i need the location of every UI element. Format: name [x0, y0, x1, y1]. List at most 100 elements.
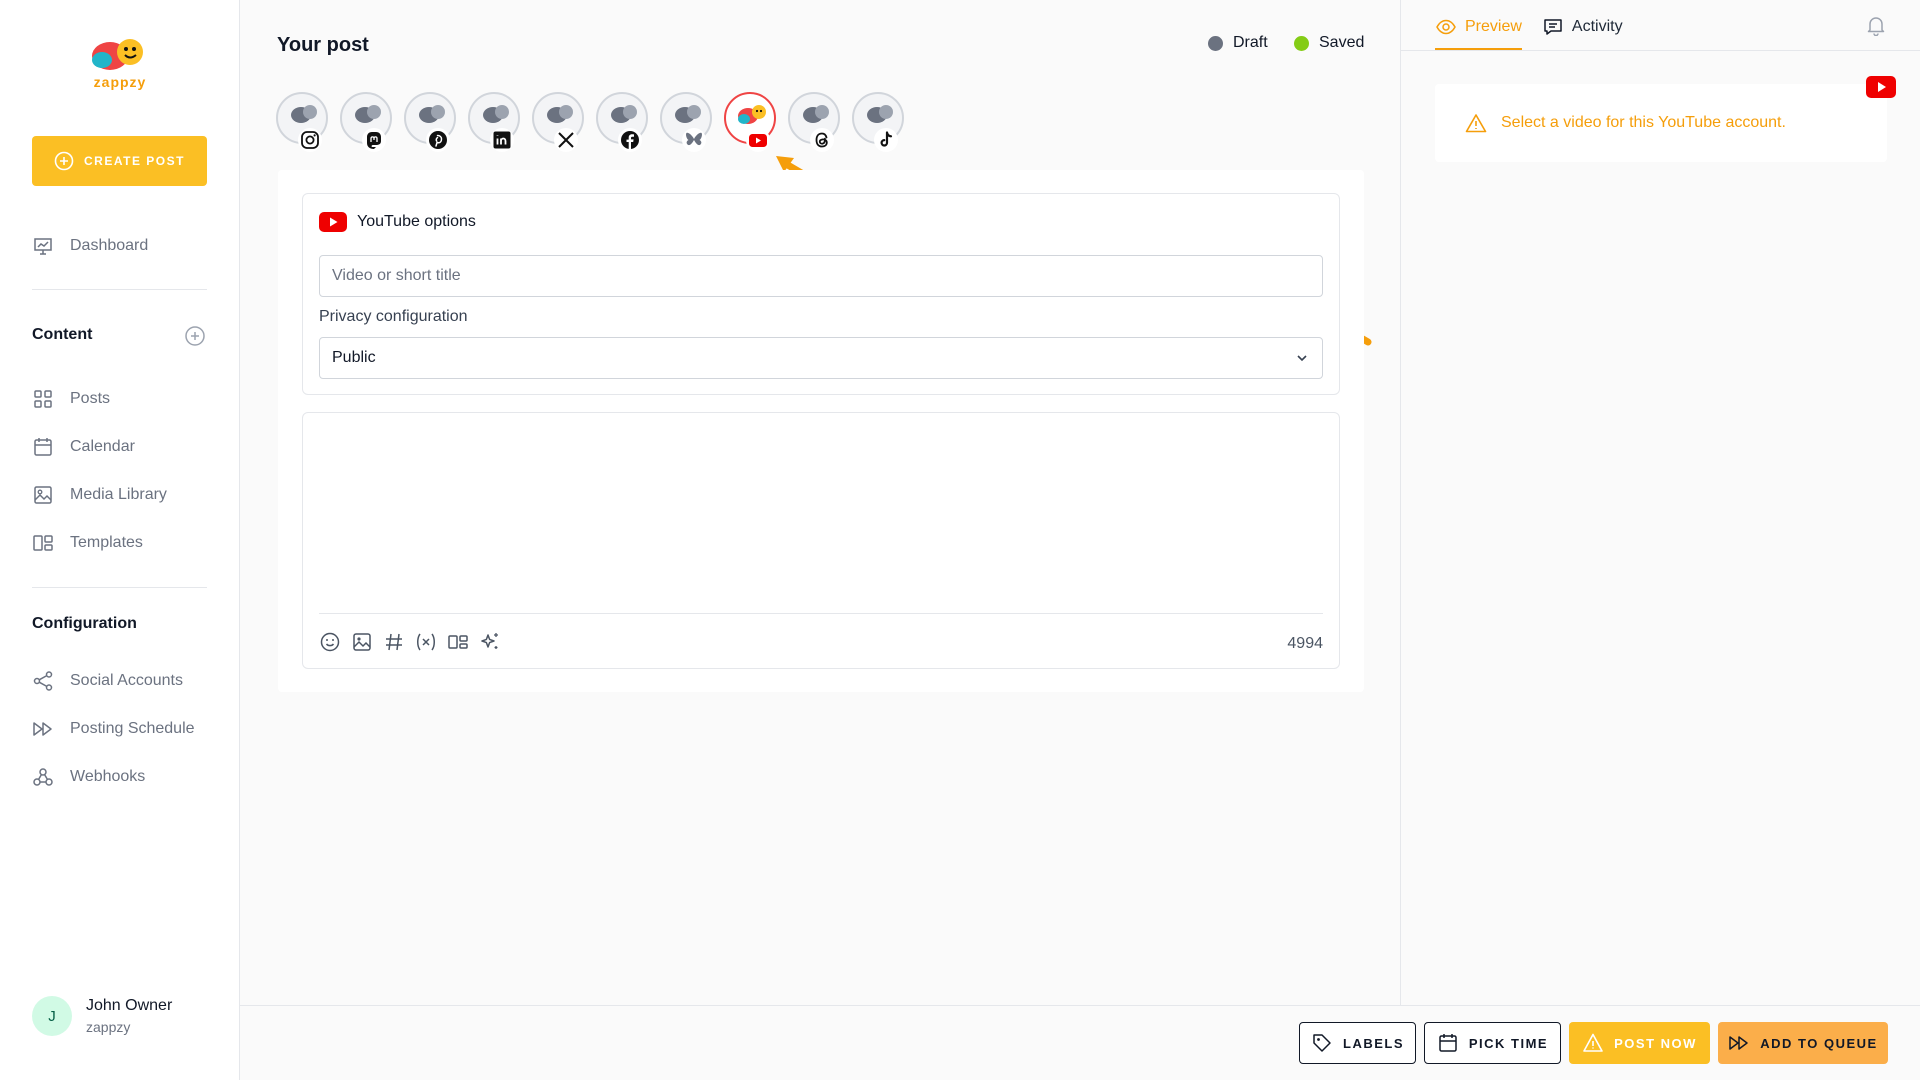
account-linkedin[interactable]: [468, 92, 520, 152]
insert-media-button[interactable]: [351, 631, 373, 653]
comment-icon: [1544, 19, 1562, 35]
bluesky-butterfly-icon: [686, 132, 702, 146]
right-panel: Preview Activity Select a video for this…: [1400, 0, 1920, 1005]
variable-button[interactable]: [415, 631, 437, 653]
labels-button[interactable]: LABELS: [1299, 1022, 1416, 1064]
emoji-button[interactable]: [319, 631, 341, 653]
fast-forward-icon: [1729, 1036, 1749, 1050]
sidebar-item-label: Webhooks: [70, 768, 146, 785]
account-mastodon[interactable]: [340, 92, 392, 152]
warning-triangle-icon: [1583, 1033, 1603, 1052]
account-mascot-icon: [738, 105, 766, 124]
account-mascot-icon: [355, 105, 381, 123]
x-badge: [554, 128, 578, 152]
sidebar-item-label: Social Accounts: [70, 672, 183, 689]
instagram-icon: [301, 131, 319, 149]
hashtag-icon: [386, 633, 402, 651]
sidebar-item-label: Dashboard: [70, 237, 149, 254]
threads-icon: [815, 132, 828, 148]
zappzy-logo[interactable]: zappzy: [80, 34, 160, 94]
account-selector: [276, 92, 904, 152]
tab-preview[interactable]: Preview: [1435, 16, 1522, 51]
instagram-badge: [298, 128, 322, 152]
sidebar-item-templates[interactable]: Templates: [32, 528, 143, 558]
youtube-icon: [1866, 76, 1896, 98]
add-to-queue-button-label: ADD TO QUEUE: [1760, 1035, 1878, 1051]
account-mascot-icon: [483, 105, 509, 123]
x-logo-icon: [558, 132, 574, 148]
user-profile[interactable]: J John Owner zappzy: [32, 996, 172, 1036]
account-mascot-icon: [419, 105, 445, 123]
account-tiktok[interactable]: [852, 92, 904, 152]
sidebar-item-label: Posting Schedule: [70, 720, 195, 737]
youtube-options-panel: YouTube options Privacy configuration Pu…: [302, 193, 1340, 395]
preview-tabs: Preview Activity: [1435, 16, 1623, 51]
calendar-icon: [34, 438, 52, 456]
logo-text: zappzy: [93, 74, 147, 90]
privacy-value: Public: [332, 349, 376, 366]
account-facebook[interactable]: [596, 92, 648, 152]
page-title: Your post: [277, 34, 369, 56]
sidebar-item-social-accounts[interactable]: Social Accounts: [32, 666, 183, 696]
warning-triangle-icon: [1465, 114, 1487, 133]
add-content-icon[interactable]: [184, 325, 206, 347]
facebook-badge: [618, 128, 642, 152]
post-text-editor[interactable]: [319, 419, 1323, 611]
youtube-options-header: YouTube options: [319, 212, 476, 232]
presentation-chart-icon: [34, 238, 52, 255]
pinterest-icon: [429, 131, 447, 149]
sidebar-item-posting-schedule[interactable]: Posting Schedule: [32, 714, 195, 744]
tab-activity[interactable]: Activity: [1542, 16, 1623, 51]
facebook-icon: [621, 131, 639, 149]
linkedin-icon: [493, 131, 511, 149]
post-now-button-label: POST NOW: [1614, 1035, 1697, 1051]
tiktok-badge: [874, 128, 898, 152]
bell-icon[interactable]: [1865, 14, 1887, 36]
hashtag-button[interactable]: [383, 631, 405, 653]
logo-mascot-icon: [92, 39, 143, 70]
sidebar-item-dashboard[interactable]: Dashboard: [32, 231, 148, 261]
content-section-title: Content: [32, 326, 93, 343]
avatar: J: [32, 996, 72, 1036]
pick-time-button[interactable]: PICK TIME: [1424, 1022, 1561, 1064]
video-title-input[interactable]: [319, 255, 1323, 297]
account-pinterest[interactable]: [404, 92, 456, 152]
calendar-icon: [1439, 1034, 1457, 1052]
preview-warning-text: Select a video for this YouTube account.: [1501, 114, 1786, 131]
post-now-button[interactable]: POST NOW: [1569, 1022, 1710, 1064]
create-post-button[interactable]: CREATE POST: [32, 136, 207, 186]
account-instagram[interactable]: [276, 92, 328, 152]
account-x[interactable]: [532, 92, 584, 152]
sidebar-divider: [32, 587, 207, 588]
sidebar-item-calendar[interactable]: Calendar: [32, 432, 135, 462]
tabs-divider: [1401, 50, 1920, 51]
sidebar-item-label: Posts: [70, 390, 111, 407]
privacy-label: Privacy configuration: [319, 308, 468, 325]
youtube-badge: [746, 128, 770, 152]
sidebar-item-media-library[interactable]: Media Library: [32, 480, 167, 510]
image-icon: [353, 633, 371, 651]
saved-dot: [1294, 35, 1309, 51]
account-threads[interactable]: [788, 92, 840, 152]
account-mascot-icon: [803, 105, 829, 123]
privacy-select[interactable]: Public: [319, 337, 1323, 379]
tiktok-icon: [880, 131, 893, 147]
smiley-icon: [320, 632, 340, 652]
saved-status: Saved: [1294, 34, 1364, 52]
youtube-icon: [319, 212, 347, 232]
mastodon-badge: [362, 128, 386, 152]
add-to-queue-button[interactable]: ADD TO QUEUE: [1718, 1022, 1888, 1064]
plus-circle-icon: [54, 151, 74, 171]
account-bluesky[interactable]: [660, 92, 712, 152]
ai-assist-button[interactable]: [479, 631, 501, 653]
eye-icon: [1436, 19, 1456, 35]
account-youtube[interactable]: [724, 92, 776, 152]
account-mascot-icon: [547, 105, 573, 123]
post-text-panel: 4994: [302, 412, 1340, 669]
sidebar-item-webhooks[interactable]: Webhooks: [32, 762, 145, 792]
template-button[interactable]: [447, 631, 469, 653]
account-mascot-icon: [291, 105, 317, 123]
sidebar-item-posts[interactable]: Posts: [32, 384, 110, 414]
labels-button-label: LABELS: [1343, 1035, 1404, 1051]
youtube-icon: [749, 134, 767, 147]
